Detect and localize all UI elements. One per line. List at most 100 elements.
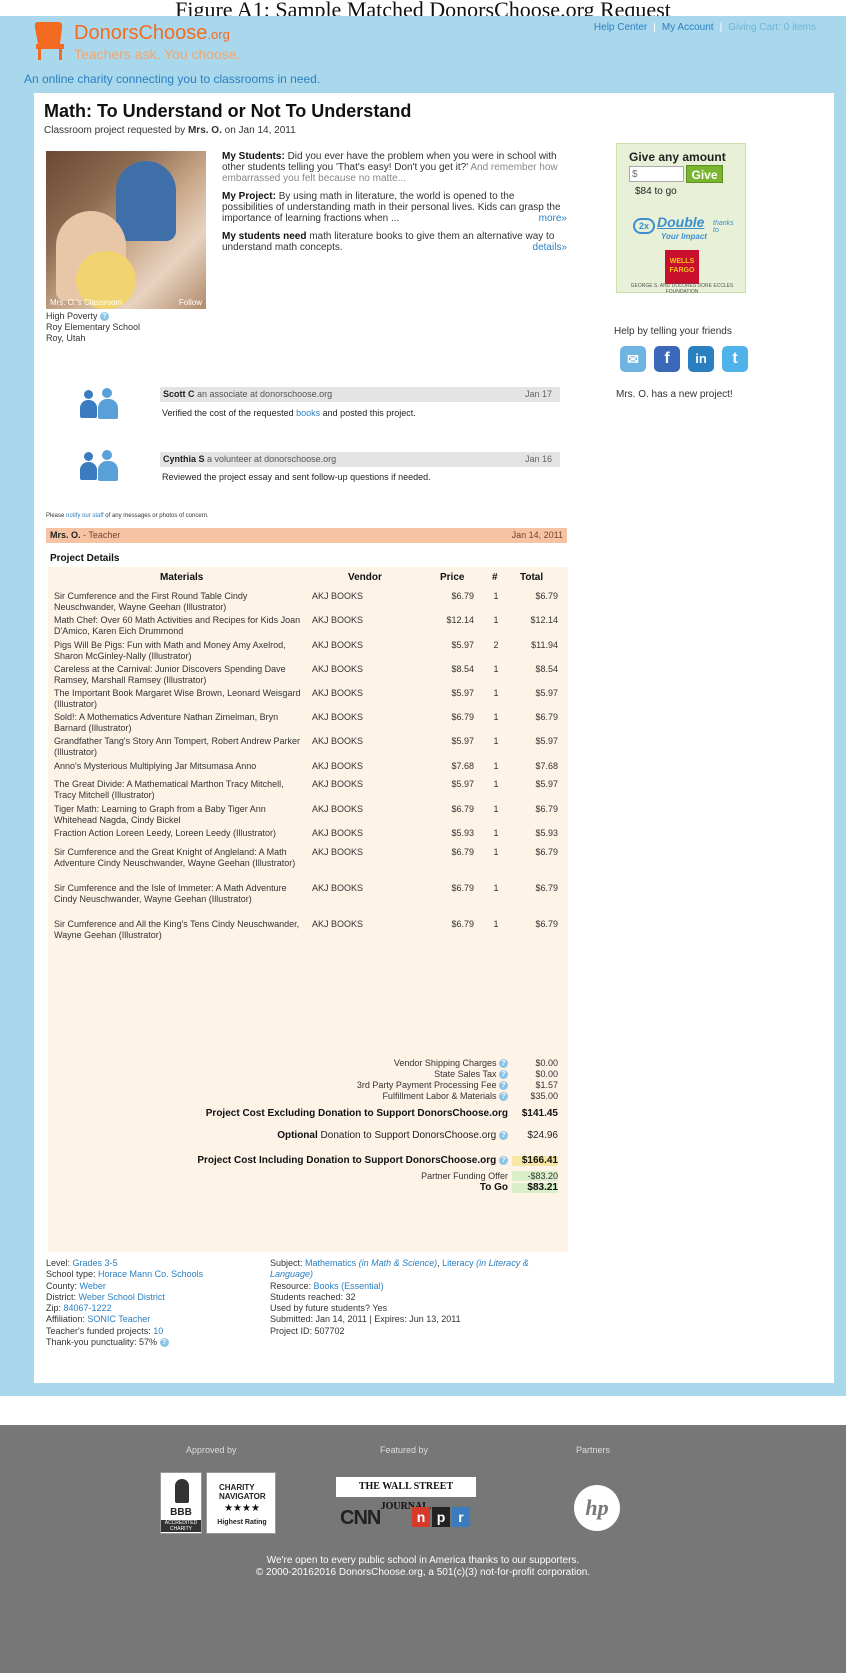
line-total: $11.94: [531, 640, 558, 650]
vendor-name: AKJ BOOKS: [312, 779, 364, 789]
charity-navigator-logo[interactable]: CHARITY NAVIGATOR ★★★★ Highest Rating: [206, 1472, 276, 1534]
quantity: 1: [493, 664, 499, 674]
my-account-link[interactable]: My Account: [662, 22, 714, 33]
wsj-logo[interactable]: THE WALL STREET JOURNAL.: [336, 1477, 476, 1512]
details-link[interactable]: details»: [533, 242, 567, 253]
logo-tagline: Teachers ask. You choose.: [74, 46, 241, 62]
unit-price: $6.79: [451, 591, 474, 601]
line-total: $8.54: [535, 664, 558, 674]
more-link[interactable]: more»: [539, 213, 567, 224]
footer-about-link[interactable]: About: [252, 1405, 278, 1416]
line-total: $6.79: [535, 883, 558, 893]
facebook-icon[interactable]: f: [654, 346, 680, 372]
help-icon[interactable]: ?: [499, 1070, 508, 1080]
unit-price: $6.79: [451, 883, 474, 893]
funded-projects-link[interactable]: 10: [153, 1326, 163, 1336]
footer-links: Help Center | About | Projects | Blog | Priv…: [177, 1405, 669, 1416]
footer-store-link[interactable]: Store: [492, 1405, 516, 1416]
give-amount-input[interactable]: [629, 166, 684, 182]
quantity: 1: [493, 828, 499, 838]
quantity: 1: [493, 615, 499, 625]
vendor-name: AKJ BOOKS: [312, 828, 364, 838]
material-name: Math Chef: Over 60 Math Activities and R…: [54, 615, 301, 636]
quantity: 1: [493, 779, 499, 789]
district-link[interactable]: Weber School District: [79, 1292, 165, 1302]
twitter-icon[interactable]: t: [722, 346, 748, 372]
vendor-name: AKJ BOOKS: [312, 883, 364, 893]
county-link[interactable]: Weber: [80, 1281, 106, 1291]
partners-label: Partners: [576, 1445, 611, 1455]
unit-price: $7.68: [451, 761, 474, 771]
subject-math-link[interactable]: Mathematics (in Math & Science): [305, 1258, 437, 1268]
give-button[interactable]: Give: [686, 165, 723, 183]
notify-staff-link[interactable]: notify our staff: [66, 513, 104, 519]
footer-text: We're open to every public school in Ame…: [255, 1555, 591, 1578]
footer-blog-link[interactable]: Blog: [357, 1405, 377, 1416]
vendor-name: AKJ BOOKS: [312, 736, 364, 746]
affiliation-link[interactable]: SONIC Teacher: [87, 1314, 150, 1324]
material-name: Grandfather Tang's Story Ann Tompert, Ro…: [54, 736, 301, 757]
level-link[interactable]: Grades 3-5: [73, 1258, 118, 1268]
activity-message: Reviewed the project essay and sent foll…: [162, 472, 431, 482]
photo-follow-link[interactable]: Follow: [179, 298, 202, 307]
help-icon[interactable]: ?: [499, 1081, 508, 1091]
cnn-logo[interactable]: CNN: [340, 1507, 381, 1530]
site-logo[interactable]: DonorsChoose.org Teachers ask. You choos…: [30, 18, 330, 68]
give-title: Give any amount: [629, 150, 726, 164]
hp-logo[interactable]: hp: [574, 1485, 620, 1531]
amount-to-go: $84 to go: [635, 186, 677, 197]
quantity: 1: [493, 591, 499, 601]
email-icon[interactable]: ✉: [620, 346, 646, 372]
eccles-foundation-logo: GEORGE S. AND DOLORES DORE ECCLES FOUNDA…: [630, 283, 734, 295]
help-icon[interactable]: ?: [100, 312, 110, 322]
vendor-name: AKJ BOOKS: [312, 712, 364, 722]
bbb-logo[interactable]: BBB ACCREDITED CHARITY: [160, 1472, 202, 1534]
unit-price: $6.79: [451, 919, 474, 929]
footer-privacy-link[interactable]: Privacy & Terms: [398, 1405, 470, 1416]
unit-price: $5.93: [451, 828, 474, 838]
line-total: $7.68: [535, 761, 558, 771]
vendor-name: AKJ BOOKS: [312, 664, 364, 674]
footer: Approved by Featured by Partners BBB ACC…: [0, 1425, 846, 1673]
footer-follow-link[interactable]: Follow on Facebook & Twitter: [537, 1405, 668, 1416]
material-name: Pigs Will Be Pigs: Fun with Math and Mon…: [54, 640, 286, 661]
school-type-link[interactable]: Horace Mann Co. Schools: [98, 1269, 203, 1279]
vendor-name: AKJ BOOKS: [312, 919, 364, 929]
project-meta-right: Subject: Mathematics (in Math & Science)…: [270, 1258, 529, 1336]
project-paragraph: My Project: By using math in literature,…: [222, 191, 567, 224]
giving-cart-link[interactable]: Giving Cart: 0 items: [728, 22, 816, 33]
help-icon[interactable]: ?: [499, 1059, 508, 1069]
chair-logo-icon: [34, 22, 64, 60]
students-paragraph: My Students: Did you ever have the probl…: [222, 151, 558, 184]
help-icon[interactable]: ?: [499, 1156, 508, 1165]
unit-price: $5.97: [451, 688, 474, 698]
vendor-name: AKJ BOOKS: [312, 761, 364, 771]
col-qty: #: [492, 572, 498, 583]
help-center-link[interactable]: Help Center: [594, 22, 647, 33]
unit-price: $8.54: [451, 664, 474, 674]
quantity: 1: [493, 736, 499, 746]
quantity: 1: [493, 883, 499, 893]
help-icon[interactable]: ?: [499, 1131, 508, 1140]
zip-link[interactable]: 84067-1222: [64, 1303, 112, 1313]
footer-help-link[interactable]: Help Center: [178, 1405, 231, 1416]
help-icon[interactable]: ?: [499, 1092, 508, 1102]
school-info: High Poverty ? Roy Elementary School Roy…: [46, 311, 140, 344]
vendor-name: AKJ BOOKS: [312, 847, 364, 857]
classroom-photo[interactable]: Mrs. O.'s Classroom Follow: [46, 151, 206, 309]
unit-price: $5.97: [451, 640, 474, 650]
unit-price: $5.97: [451, 736, 474, 746]
needs-paragraph: My students need math literature books t…: [222, 231, 567, 253]
staff-avatar-icon: [80, 386, 120, 420]
help-icon[interactable]: ?: [159, 1338, 169, 1348]
share-label: Help by telling your friends: [614, 326, 732, 337]
material-name: The Great Divide: A Mathematical Marthon…: [54, 779, 284, 800]
footer-projects-link[interactable]: Projects: [300, 1405, 336, 1416]
project-description: My Students: Did you ever have the probl…: [222, 151, 567, 260]
books-link[interactable]: books: [296, 408, 320, 418]
resource-link[interactable]: Books (Essential): [314, 1281, 384, 1291]
npr-logo[interactable]: npr: [412, 1507, 472, 1529]
double-impact-badge[interactable]: 2x Double thanks to Your Impact: [633, 214, 738, 246]
unit-price: $6.79: [451, 712, 474, 722]
linkedin-icon[interactable]: in: [688, 346, 714, 372]
